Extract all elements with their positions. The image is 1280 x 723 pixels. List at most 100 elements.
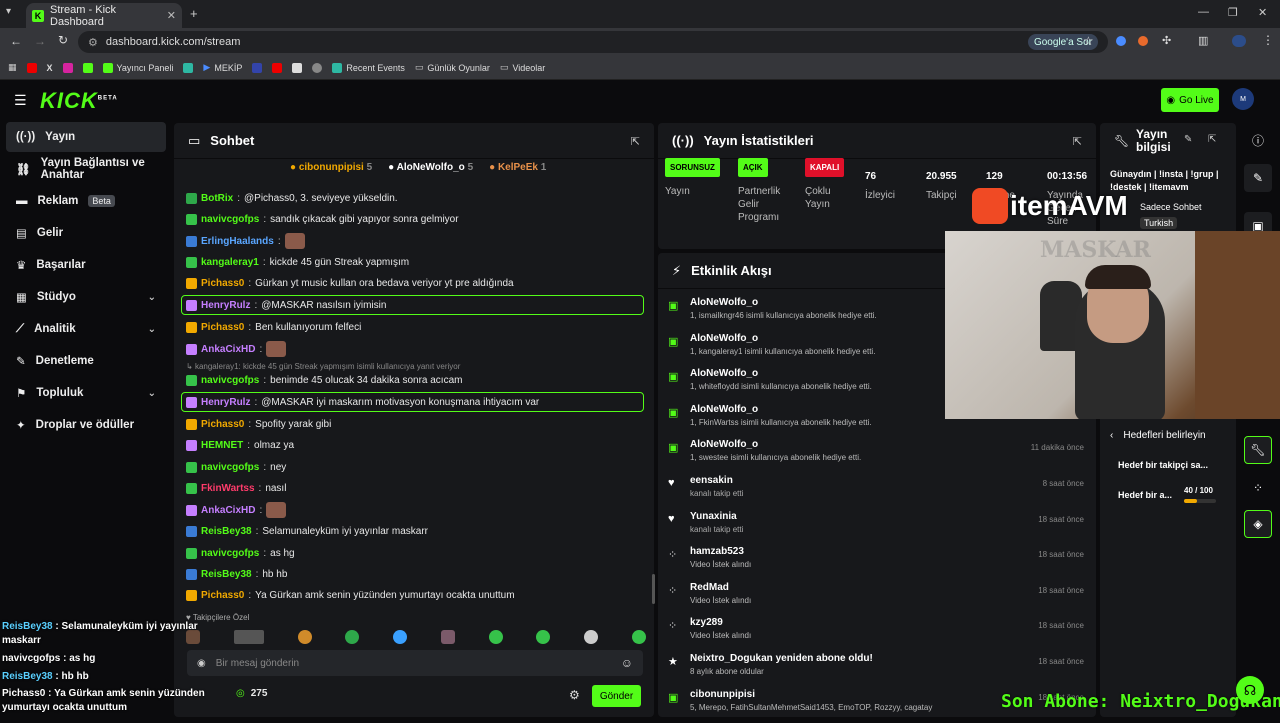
support-chat-icon[interactable]: ☊ bbox=[1236, 676, 1264, 704]
sidebar-item-studyo[interactable]: ▦ Stüdyo ⌄ bbox=[6, 282, 166, 312]
browser-tab[interactable]: K Stream - Kick Dashboard ✕ bbox=[26, 3, 182, 28]
emote-icon[interactable] bbox=[393, 630, 408, 644]
sidebar-item-yayin[interactable]: ((·)) Yayın bbox=[6, 122, 166, 152]
event-item[interactable]: ▣ AloNeWolfo_o 1, swestee isimli kullanıcı… bbox=[668, 439, 1088, 473]
chat-username[interactable]: HenryRulz bbox=[201, 397, 250, 408]
chat-scrollbar[interactable] bbox=[652, 574, 655, 604]
close-tab-icon[interactable]: ✕ bbox=[167, 9, 176, 22]
kick-logo[interactable]: KICKBETA bbox=[40, 88, 118, 114]
send-button[interactable]: Gönder bbox=[592, 685, 641, 707]
popout-icon[interactable]: ⇱ bbox=[1073, 135, 1082, 148]
emote-icon[interactable] bbox=[440, 630, 455, 644]
side-panel-icon[interactable]: ▥ bbox=[1198, 34, 1208, 47]
restore-icon[interactable]: ❐ bbox=[1228, 6, 1238, 19]
bookmark-recent-events[interactable]: Recent Events bbox=[332, 62, 405, 73]
sidebar-item-gelir[interactable]: ▤ Gelir bbox=[6, 218, 166, 248]
chat-username[interactable]: kangaleray1 bbox=[201, 257, 259, 268]
bookmark-yayinci-paneli[interactable]: Yayıncı Paneli bbox=[102, 62, 173, 73]
emote-icon[interactable] bbox=[345, 630, 360, 644]
sidebar-item-topluluk[interactable]: ⚑ Topluluk ⌄ bbox=[6, 378, 166, 408]
chat-username[interactable]: FkinWartss bbox=[201, 483, 255, 494]
extensions-puzzle-icon[interactable]: ✣ bbox=[1162, 34, 1171, 47]
info-icon[interactable]: ⓘ bbox=[1244, 126, 1272, 154]
kick-icon[interactable] bbox=[82, 62, 93, 73]
sidebar-item-reklam[interactable]: ▬ Reklam Beta bbox=[6, 186, 166, 216]
chat-username[interactable]: HEMNET bbox=[201, 440, 243, 451]
bookmark-mekip[interactable]: ▶ MEKİP bbox=[203, 62, 242, 73]
redeem-icon[interactable]: ⁘ bbox=[1244, 474, 1272, 502]
url-field[interactable]: ⚙ dashboard.kick.com/stream Google'a Sor bbox=[78, 31, 1108, 53]
instagram-icon[interactable] bbox=[62, 62, 73, 73]
edit-icon[interactable]: ✎ bbox=[1244, 164, 1272, 192]
chat-settings-icon[interactable]: ⚙ bbox=[569, 688, 580, 702]
sidebar-item-analitik[interactable]: ⟋ Analitik ⌄ bbox=[6, 314, 166, 344]
bookmark-app-icon[interactable] bbox=[183, 62, 194, 73]
extension-icon[interactable] bbox=[1116, 36, 1126, 46]
chat-username[interactable]: navivcgofps bbox=[201, 214, 259, 225]
profile-avatar[interactable] bbox=[1232, 35, 1246, 47]
bookmark-gunluk-oyunlar[interactable]: ▭ Günlük Oyunlar bbox=[415, 62, 490, 73]
popout-icon[interactable]: ⇱ bbox=[631, 135, 640, 148]
close-window-icon[interactable]: ✕ bbox=[1258, 6, 1267, 19]
tab-list-icon[interactable]: ▾ bbox=[6, 6, 11, 17]
bookmark-videolar[interactable]: ▭ Videolar bbox=[500, 62, 545, 73]
event-item[interactable]: ⁘ RedMad Video İstek alındı 18 saat önce bbox=[668, 582, 1088, 616]
image-icon[interactable] bbox=[292, 62, 303, 73]
user-avatar[interactable]: M bbox=[1232, 88, 1254, 110]
apps-grid-icon[interactable]: ▦ bbox=[8, 62, 17, 73]
sidebar-item-denetleme[interactable]: ✎ Denetleme bbox=[6, 346, 166, 376]
sidebar-item-stream-key[interactable]: ⛓ Yayın Bağlantısı ve Anahtar bbox=[6, 154, 166, 184]
event-item[interactable]: ⁘ kzy289 Video İstek alındı 18 saat önce bbox=[668, 617, 1088, 651]
chat-input[interactable]: ◉ Bir mesaj gönderin ☺ bbox=[187, 650, 643, 676]
popout-icon[interactable]: ⇱ bbox=[1208, 134, 1216, 145]
tools-icon[interactable]: 🔧︎ bbox=[1244, 436, 1272, 464]
chat-username[interactable]: ReisBey38 bbox=[201, 569, 252, 580]
bookmark-app-icon[interactable] bbox=[312, 62, 323, 73]
event-item[interactable]: ★ Neixtro_Dogukan yeniden abone oldu! 8 ay… bbox=[668, 653, 1088, 687]
browser-menu-icon[interactable]: ⋮ bbox=[1262, 33, 1274, 47]
emote-icon[interactable] bbox=[536, 630, 551, 644]
sidebar-item-basarilar[interactable]: ♛ Başarılar bbox=[6, 250, 166, 280]
chat-username[interactable]: navivcgofps bbox=[201, 462, 259, 473]
chat-username[interactable]: HenryRulz bbox=[201, 300, 250, 311]
chat-username[interactable]: Pichass0 bbox=[201, 419, 244, 430]
event-item[interactable]: ♥ Yunaxinia kanalı takip etti 18 saat önce bbox=[668, 511, 1088, 545]
emote-icon[interactable] bbox=[233, 630, 264, 644]
hamburger-menu-icon[interactable]: ☰ bbox=[14, 92, 27, 109]
chat-username[interactable]: Pichass0 bbox=[201, 322, 244, 333]
emote-icon[interactable] bbox=[584, 630, 599, 644]
bookmark-star-icon[interactable]: ☆ bbox=[1083, 34, 1094, 48]
chat-username[interactable]: Pichass0 bbox=[201, 590, 244, 601]
sidebar-item-droplar[interactable]: ✦ Droplar ve ödüller bbox=[6, 410, 166, 440]
minimize-icon[interactable]: — bbox=[1198, 6, 1209, 18]
emote-icon[interactable] bbox=[488, 630, 503, 644]
event-item[interactable]: ♥ eensakin kanalı takip etti 8 saat önce bbox=[668, 475, 1088, 509]
youtube-icon[interactable] bbox=[272, 62, 283, 73]
go-live-button[interactable]: ◉ Go Live bbox=[1161, 88, 1219, 112]
reload-icon[interactable]: ↻ bbox=[58, 33, 68, 47]
chat-username[interactable]: BotRix bbox=[201, 193, 233, 204]
emoji-icon[interactable]: ☺ bbox=[621, 656, 633, 670]
back-icon[interactable]: ← bbox=[10, 34, 22, 48]
chat-username[interactable]: navivcgofps bbox=[201, 375, 259, 386]
tag-icon[interactable]: ◈ bbox=[1244, 510, 1272, 538]
edit-icon[interactable]: ✎ bbox=[1184, 134, 1192, 145]
chat-username[interactable]: ReisBey38 bbox=[201, 526, 252, 537]
goal-follower[interactable]: Hedef bir takipçi sa... bbox=[1118, 460, 1208, 470]
emote-icon[interactable] bbox=[297, 630, 312, 644]
x-icon[interactable]: X bbox=[47, 63, 53, 73]
chat-username[interactable]: Pichass0 bbox=[201, 278, 244, 289]
gifter-1[interactable]: ● cibonunpipisi 5 bbox=[290, 162, 372, 173]
new-tab-icon[interactable]: + bbox=[190, 6, 198, 21]
channel-points[interactable]: ◎ 275 bbox=[236, 688, 267, 699]
forward-icon[interactable]: → bbox=[34, 34, 46, 48]
event-item[interactable]: ⁘ hamzab523 Video İstek alındı 18 saat önce bbox=[668, 546, 1088, 580]
chat-username[interactable]: navivcgofps bbox=[201, 548, 259, 559]
site-info-icon[interactable]: ⚙ bbox=[88, 36, 98, 49]
chat-username[interactable]: AnkaCixHD bbox=[201, 344, 255, 355]
goal-sub[interactable]: Hedef bir a... bbox=[1118, 490, 1172, 500]
gifter-3[interactable]: ● KelPeEk 1 bbox=[489, 162, 546, 173]
gifter-2[interactable]: ● AloNeWolfo_o 5 bbox=[388, 162, 473, 173]
youtube-icon[interactable] bbox=[26, 62, 37, 73]
chat-username[interactable]: ErlingHaalands bbox=[201, 236, 274, 247]
